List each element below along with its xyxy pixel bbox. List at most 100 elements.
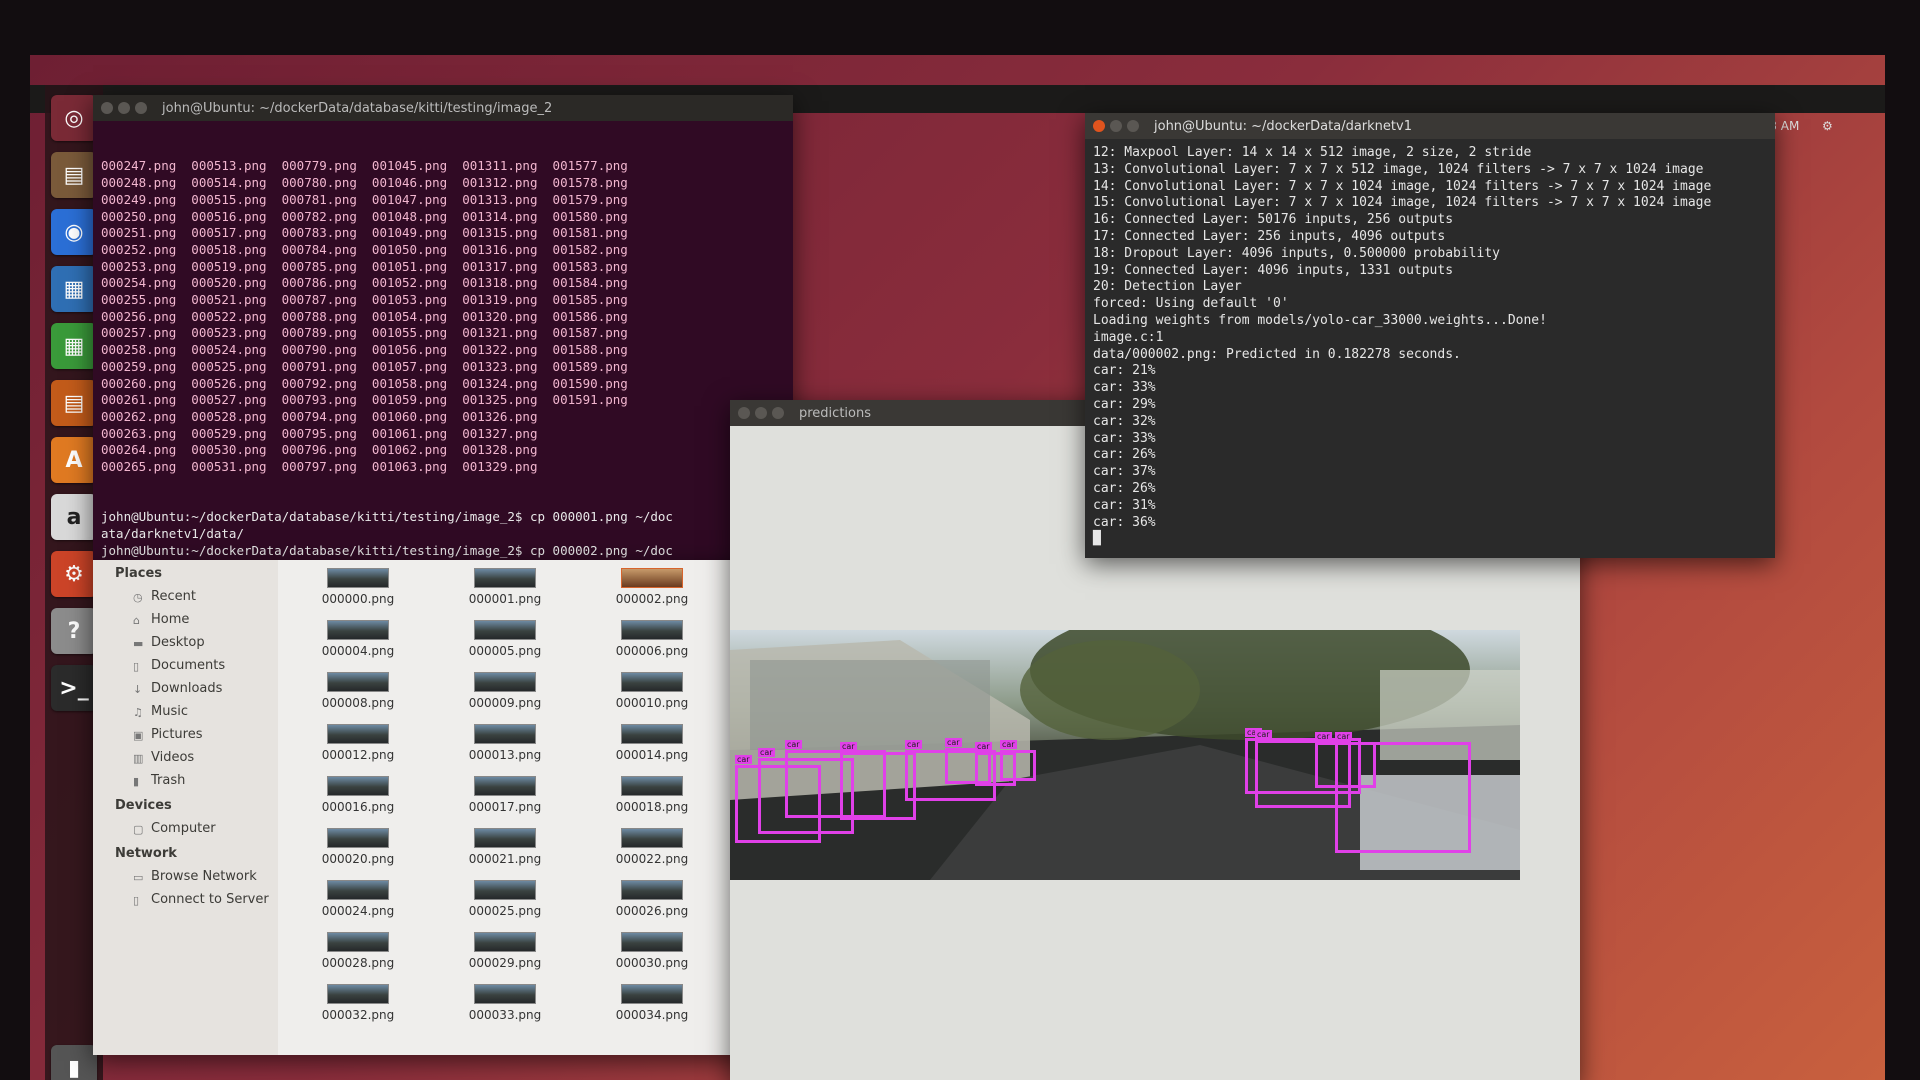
maximize-icon[interactable] [135, 102, 147, 114]
detection-image: car car car car car car car car car car car car [730, 630, 1520, 880]
writer-icon[interactable]: ▦ [51, 266, 97, 312]
maximize-icon[interactable] [772, 407, 784, 419]
file-item[interactable]: 000020.png [288, 828, 428, 866]
file-item[interactable]: 000000.png [288, 568, 428, 606]
file-name: 000014.png [615, 748, 689, 762]
terminal-titlebar[interactable]: john@Ubuntu: ~/dockerData/darknetv1 [1085, 113, 1775, 139]
file-item[interactable]: 000016.png [288, 776, 428, 814]
file-item[interactable]: 000010.png [582, 672, 722, 710]
terminal-window-image2[interactable]: john@Ubuntu: ~/dockerData/database/kitti… [93, 95, 793, 564]
output-line: car: 29% [1093, 396, 1156, 412]
sidebar-item[interactable]: ◷ Recent [93, 585, 278, 608]
file-name: 000029.png [468, 956, 542, 970]
window-title: predictions [799, 405, 871, 421]
file-item[interactable]: 000006.png [582, 620, 722, 658]
output-line: 20: Detection Layer [1093, 279, 1242, 295]
sidebar-item[interactable]: ▣ Pictures [93, 723, 278, 746]
trash-icon[interactable]: ▮ [51, 1045, 97, 1080]
sidebar-item[interactable]: ⌂ Home [93, 608, 278, 631]
file-name: 000013.png [468, 748, 542, 762]
image-thumbnail [327, 880, 389, 900]
sidebar-item[interactable]: ▢ Computer [93, 817, 278, 840]
detection-label: car [735, 755, 752, 764]
image-thumbnail [327, 724, 389, 744]
file-item[interactable]: 000004.png [288, 620, 428, 658]
file-browser-window[interactable]: Places ◷ Recent ⌂ Home ▬ Desktop ▯ Documents ↓ Dow… [93, 560, 788, 1055]
file-item[interactable]: 000032.png [288, 984, 428, 1022]
gear-icon[interactable]: ⚙ [1822, 119, 1833, 133]
file-name: 000012.png [321, 748, 395, 762]
listing-line: 000253.png 000519.png 000785.png 001051.… [101, 258, 628, 274]
minimize-icon[interactable] [118, 102, 130, 114]
file-item[interactable]: 000014.png [582, 724, 722, 762]
sidebar-item[interactable]: ♫ Music [93, 700, 278, 723]
files-icon[interactable]: ▤ [51, 152, 97, 198]
file-item[interactable]: 000029.png [435, 932, 575, 970]
file-item[interactable]: 000021.png [435, 828, 575, 866]
impress-icon[interactable]: ▤ [51, 380, 97, 426]
file-item[interactable]: 000009.png [435, 672, 575, 710]
file-item[interactable]: 000002.png [582, 568, 722, 606]
file-item[interactable]: 000012.png [288, 724, 428, 762]
close-icon[interactable] [1093, 120, 1105, 132]
sidebar-item[interactable]: ▯ Documents [93, 654, 278, 677]
listing-line: 000250.png 000516.png 000782.png 001048.… [101, 208, 628, 224]
chromium-icon[interactable]: ◉ [51, 209, 97, 255]
image-thumbnail [474, 620, 536, 640]
terminal-window-darknet[interactable]: john@Ubuntu: ~/dockerData/darknetv1 12: … [1085, 113, 1775, 558]
file-name: 000001.png [468, 592, 542, 606]
sidebar-item-label: Browse Network [151, 869, 257, 884]
file-item[interactable]: 000005.png [435, 620, 575, 658]
file-name: 000022.png [615, 852, 689, 866]
detection-label: car [1000, 740, 1017, 749]
sidebar-item[interactable]: ▯ Connect to Server [93, 888, 278, 911]
close-icon[interactable] [101, 102, 113, 114]
file-item[interactable]: 000024.png [288, 880, 428, 918]
software-center-icon[interactable]: A [51, 437, 97, 483]
sidebar-item-label: Documents [151, 658, 226, 673]
file-item[interactable]: 000026.png [582, 880, 722, 918]
listing-line: 000249.png 000515.png 000781.png 001047.… [101, 191, 628, 207]
file-item[interactable]: 000022.png [582, 828, 722, 866]
terminal-icon[interactable]: >_ [51, 665, 97, 711]
dash-icon[interactable]: ◎ [51, 95, 97, 141]
file-item[interactable]: 000008.png [288, 672, 428, 710]
settings-icon[interactable]: ⚙ [51, 551, 97, 597]
amazon-icon[interactable]: a [51, 494, 97, 540]
sidebar-item[interactable]: ▭ Browse Network [93, 865, 278, 888]
image-thumbnail [327, 984, 389, 1004]
sidebar-item[interactable]: ▮ Trash [93, 769, 278, 792]
file-item[interactable]: 000013.png [435, 724, 575, 762]
file-item[interactable]: 000028.png [288, 932, 428, 970]
file-item[interactable]: 000001.png [435, 568, 575, 606]
terminal-output[interactable]: 12: Maxpool Layer: 14 x 14 x 512 image, … [1085, 139, 1775, 561]
file-item[interactable]: 000030.png [582, 932, 722, 970]
listing-line: 000261.png 000527.png 000793.png 001059.… [101, 392, 628, 408]
listing-line: 000263.png 000529.png 000795.png 001061.… [101, 425, 538, 441]
file-item[interactable]: 000017.png [435, 776, 575, 814]
file-item[interactable]: 000034.png [582, 984, 722, 1022]
output-line: 18: Dropout Layer: 4096 inputs, 0.500000… [1093, 245, 1500, 261]
sidebar-item-label: Home [151, 612, 190, 627]
home-icon: ⌂ [133, 613, 140, 627]
minimize-icon[interactable] [755, 407, 767, 419]
terminal-output[interactable]: 000247.png 000513.png 000779.png 001045.… [93, 121, 793, 564]
minimize-icon[interactable] [1110, 120, 1122, 132]
terminal-titlebar[interactable]: john@Ubuntu: ~/dockerData/database/kitti… [93, 95, 793, 121]
output-line: car: 36% [1093, 514, 1156, 530]
calc-icon[interactable]: ▦ [51, 323, 97, 369]
maximize-icon[interactable] [1127, 120, 1139, 132]
image-thumbnail [621, 724, 683, 744]
sidebar-item[interactable]: ▬ Desktop [93, 631, 278, 654]
close-icon[interactable] [738, 407, 750, 419]
file-item[interactable]: 000033.png [435, 984, 575, 1022]
file-item[interactable]: 000025.png [435, 880, 575, 918]
output-line: car: 37% [1093, 464, 1156, 480]
sidebar-item[interactable]: ▥ Videos [93, 746, 278, 769]
help-icon[interactable]: ? [51, 608, 97, 654]
listing-line: 000257.png 000523.png 000789.png 001055.… [101, 325, 628, 341]
file-item[interactable]: 000018.png [582, 776, 722, 814]
sidebar-item[interactable]: ↓ Downloads [93, 677, 278, 700]
detection-label: car [1315, 732, 1332, 741]
download-icon: ↓ [133, 682, 143, 696]
